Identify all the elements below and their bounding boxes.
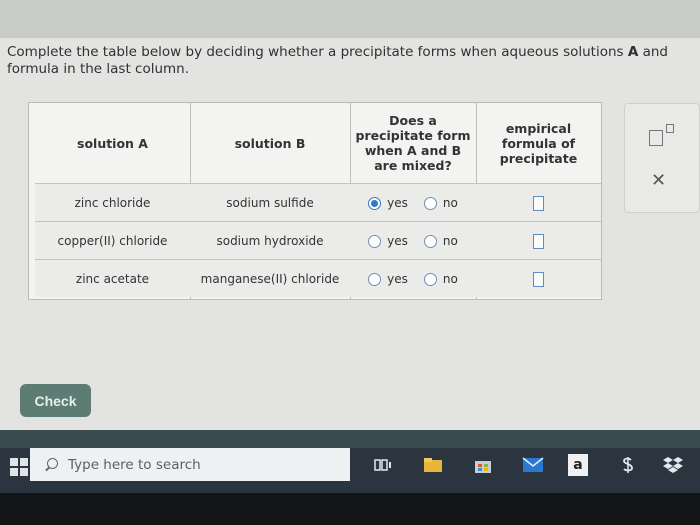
tools-panel: ✕ [624,103,700,213]
table-row: zinc chloride sodium sulfide yes no [35,183,601,221]
header-solution-a: solution A [77,135,148,151]
task-view-icon[interactable] [372,454,394,476]
header-precipitate-line1: Does a [389,113,437,128]
header-precipitate-line2: precipitate form [355,128,471,143]
formula-cell [476,222,601,260]
screen-bezel-rim [0,430,700,448]
radio-no-label[interactable]: no [443,272,458,286]
monitor-bezel [0,493,700,525]
browser-top-strip [0,0,700,38]
question-text-part1: Complete the table below by deciding whe… [7,44,628,60]
question-text-part2: and [638,44,669,60]
header-empirical-formula: empirical formula of precipitate [476,103,601,183]
radio-no[interactable] [423,272,437,286]
formula-answer-box[interactable] [533,195,544,211]
cell-solution-a: zinc chloride [74,196,151,210]
question-text-line2: formula in the last column. [7,61,190,77]
superscript-base-box [649,130,663,146]
header-precipitate-line4: are mixed? [374,158,452,173]
cell-solution-b: manganese(II) chloride [200,272,340,286]
search-placeholder: Type here to search [68,456,201,473]
header-formula-line1: empirical [505,120,572,136]
header-formula-line3: precipitate [499,150,578,166]
cell-solution-a: zinc acetate [75,272,150,286]
radio-no-label[interactable]: no [443,234,458,248]
superscript-icon[interactable] [649,124,679,146]
dropbox-icon[interactable] [662,454,684,476]
precipitate-choice: yes no [350,222,476,260]
header-formula-line2: formula of [501,135,576,151]
windows-icon[interactable] [10,458,28,476]
table-row: copper(II) chloride sodium hydroxide yes… [35,221,601,259]
precipitate-choice: yes no [350,260,476,298]
store-icon[interactable] [472,454,494,476]
precipitate-choice: yes no [350,184,476,222]
radio-yes-label[interactable]: yes [387,272,408,286]
mail-icon[interactable] [520,454,546,476]
formula-answer-box[interactable] [533,271,544,287]
search-icon [44,457,58,472]
check-button[interactable]: Check [20,384,91,417]
superscript-exponent-box [666,124,674,133]
radio-yes[interactable] [368,272,382,286]
formula-cell [476,260,601,298]
file-explorer-icon[interactable] [422,454,444,476]
header-precipitate-line3: when A and B [364,143,462,158]
radio-no-label[interactable]: no [443,196,458,210]
close-icon[interactable]: ✕ [651,170,666,191]
header-precipitate-question: Does a precipitate form when A and B are… [350,103,476,183]
amazon-icon[interactable]: a [568,454,588,476]
radio-yes[interactable] [368,234,382,248]
cell-solution-a: copper(II) chloride [57,234,168,248]
cell-solution-b: sodium hydroxide [216,234,324,248]
formula-cell [476,184,601,222]
table-row: zinc acetate manganese(II) chloride yes … [35,259,601,297]
precipitate-table: solution A solution B Does a precipitate… [28,102,602,300]
formula-answer-box[interactable] [533,233,544,249]
cell-solution-b: sodium sulfide [226,196,314,210]
radio-yes-label[interactable]: yes [387,196,408,210]
radio-yes-label[interactable]: yes [387,234,408,248]
question-text: Complete the table below by deciding whe… [7,44,700,78]
radio-no[interactable] [423,234,437,248]
header-solution-b: solution B [234,135,306,151]
radio-no[interactable] [423,196,437,210]
radio-yes[interactable] [368,196,382,210]
taskbar-search-box[interactable]: Type here to search [30,448,350,481]
dollar-icon[interactable] [618,454,638,476]
question-text-bold-a: A [627,44,639,60]
